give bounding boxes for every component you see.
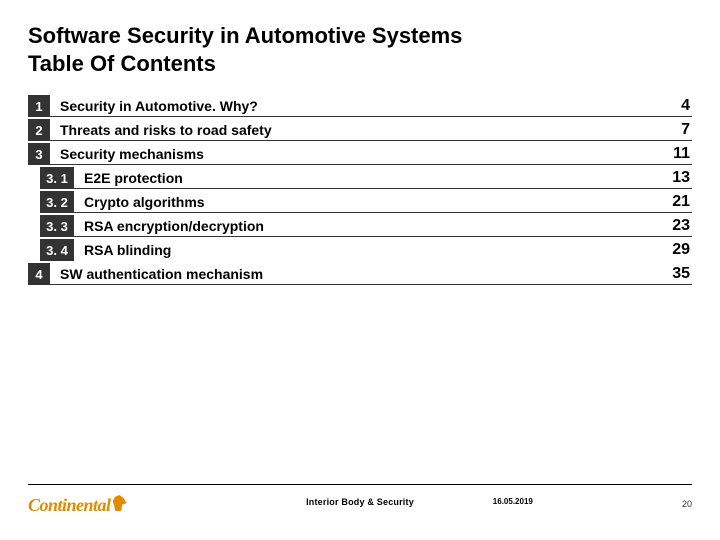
footer-division: Interior Body & Security bbox=[306, 497, 414, 507]
horse-icon bbox=[113, 495, 127, 511]
toc-body: Crypto algorithms 21 bbox=[74, 191, 692, 213]
toc-body: E2E protection 13 bbox=[74, 167, 692, 189]
toc-row-sub: 3. 3 RSA encryption/decryption 23 bbox=[28, 215, 692, 237]
toc-number: 3. 3 bbox=[40, 215, 74, 237]
toc-page: 29 bbox=[672, 241, 692, 259]
toc-page: 23 bbox=[672, 217, 692, 235]
toc-row: 1 Security in Automotive. Why? 4 bbox=[28, 95, 692, 117]
toc-label: RSA blinding bbox=[84, 242, 171, 258]
logo-text: Continental bbox=[28, 495, 111, 515]
toc-row: 2 Threats and risks to road safety 7 bbox=[28, 119, 692, 141]
footer: Continental Interior Body & Security 16.… bbox=[28, 484, 692, 516]
continental-logo: Continental bbox=[28, 495, 147, 516]
toc-number: 1 bbox=[28, 95, 50, 117]
toc-indent bbox=[28, 191, 40, 213]
slide: Software Security in Automotive Systems … bbox=[0, 0, 720, 540]
toc-number: 3. 2 bbox=[40, 191, 74, 213]
toc-row-sub: 3. 1 E2E protection 13 bbox=[28, 167, 692, 189]
toc-label: E2E protection bbox=[84, 170, 183, 186]
toc-page: 13 bbox=[672, 169, 692, 187]
toc-label: SW authentication mechanism bbox=[60, 266, 263, 282]
toc-indent bbox=[28, 215, 40, 237]
toc-label: Threats and risks to road safety bbox=[60, 122, 272, 138]
toc-number: 3. 1 bbox=[40, 167, 74, 189]
toc-body: SW authentication mechanism 35 bbox=[50, 263, 692, 285]
toc-number: 2 bbox=[28, 119, 50, 141]
toc-page: 21 bbox=[672, 193, 692, 211]
toc-page: 4 bbox=[681, 97, 692, 115]
toc-label: Security in Automotive. Why? bbox=[60, 98, 258, 114]
title-line-1: Software Security in Automotive Systems bbox=[28, 23, 462, 48]
toc-body: RSA blinding 29 bbox=[74, 239, 692, 261]
toc-body: Threats and risks to road safety 7 bbox=[50, 119, 692, 141]
table-of-contents: 1 Security in Automotive. Why? 4 2 Threa… bbox=[28, 95, 692, 285]
footer-page-number: 20 bbox=[682, 499, 692, 509]
toc-page: 7 bbox=[681, 121, 692, 139]
toc-page: 35 bbox=[672, 265, 692, 283]
toc-page: 11 bbox=[673, 145, 692, 163]
toc-indent bbox=[28, 239, 40, 261]
toc-row: 4 SW authentication mechanism 35 bbox=[28, 263, 692, 285]
toc-number: 3. 4 bbox=[40, 239, 74, 261]
toc-body: Security in Automotive. Why? 4 bbox=[50, 95, 692, 117]
toc-number: 4 bbox=[28, 263, 50, 285]
toc-label: Crypto algorithms bbox=[84, 194, 205, 210]
title-line-2: Table Of Contents bbox=[28, 51, 216, 76]
toc-body: RSA encryption/decryption 23 bbox=[74, 215, 692, 237]
toc-row-sub: 3. 2 Crypto algorithms 21 bbox=[28, 191, 692, 213]
toc-label: Security mechanisms bbox=[60, 146, 204, 162]
toc-row: 3 Security mechanisms 11 bbox=[28, 143, 692, 165]
page-title: Software Security in Automotive Systems … bbox=[28, 22, 692, 77]
toc-number: 3 bbox=[28, 143, 50, 165]
toc-row-sub: 3. 4 RSA blinding 29 bbox=[28, 239, 692, 261]
toc-body: Security mechanisms 11 bbox=[50, 143, 692, 165]
toc-indent bbox=[28, 167, 40, 189]
toc-label: RSA encryption/decryption bbox=[84, 218, 264, 234]
footer-date: 16.05.2019 bbox=[493, 497, 533, 506]
